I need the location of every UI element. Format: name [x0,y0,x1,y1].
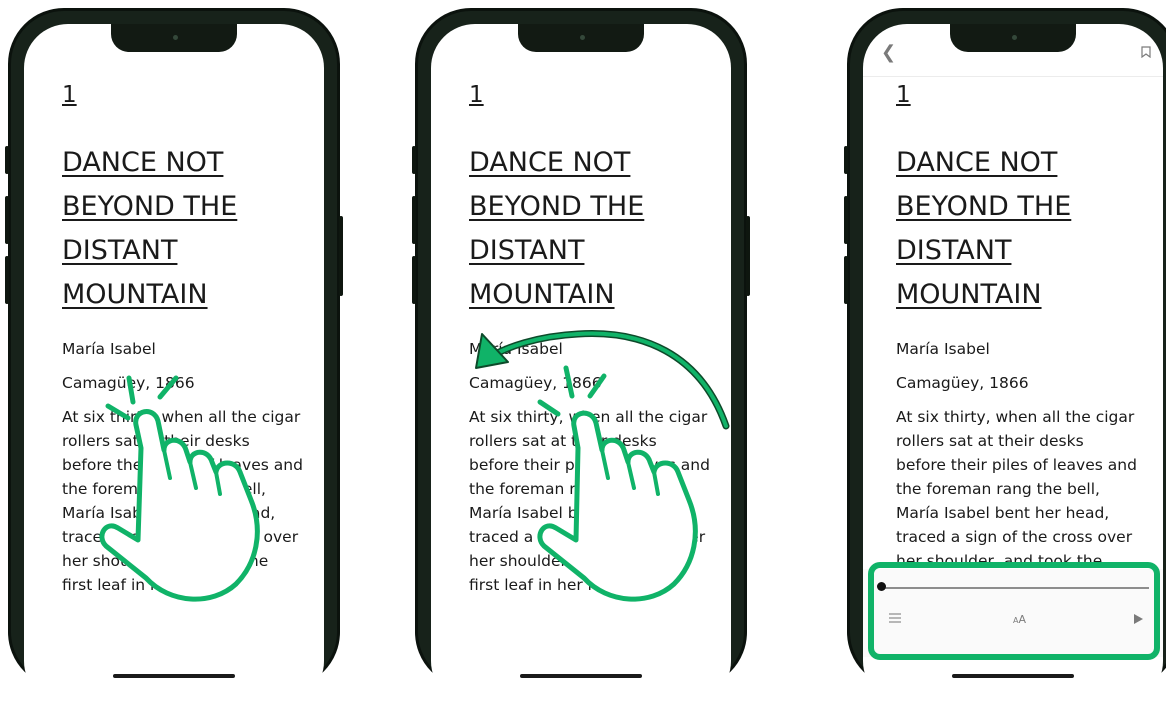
swipe-hand-icon [475,330,730,602]
home-indicator[interactable] [520,674,642,678]
home-indicator[interactable] [952,674,1074,678]
home-indicator[interactable] [113,674,235,678]
